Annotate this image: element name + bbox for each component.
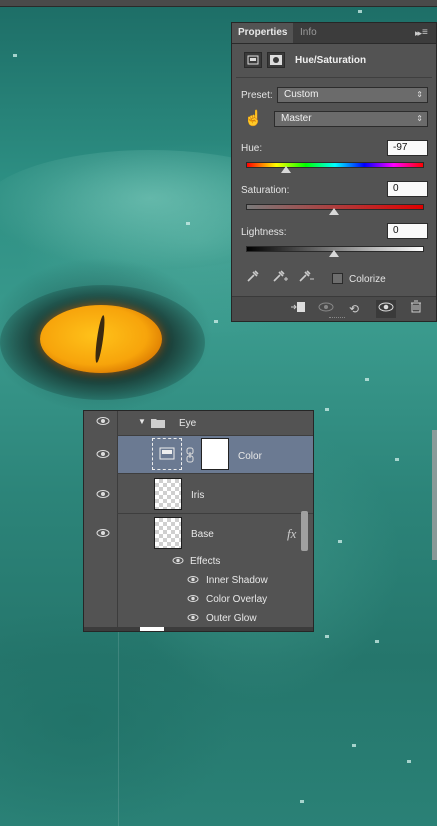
- visibility-eye-icon[interactable]: [96, 449, 110, 462]
- colorize-label: Colorize: [349, 274, 386, 285]
- effects-visibility-eye-icon[interactable]: [172, 556, 184, 568]
- effect-outer-glow[interactable]: Outer Glow: [206, 613, 257, 624]
- visibility-icon[interactable]: [376, 300, 396, 318]
- colorize-checkbox[interactable]: [332, 273, 343, 284]
- layer-thumbnail-base[interactable]: [154, 517, 182, 549]
- hue-input[interactable]: -97: [387, 140, 428, 156]
- disclosure-triangle-icon[interactable]: ▼: [138, 417, 146, 426]
- hue-slider-track[interactable]: [246, 162, 424, 168]
- properties-bottom-bar: ⟲: [232, 296, 436, 321]
- updown-arrows-icon: ⇕: [416, 114, 423, 123]
- saturation-slider-thumb[interactable]: [329, 208, 339, 215]
- particle: [338, 540, 342, 543]
- particle: [352, 744, 356, 747]
- saturation-label: Saturation:: [241, 185, 290, 196]
- properties-panel: Properties Info ▸▸ ≡ Hue/Saturation Pres…: [231, 22, 437, 322]
- particle: [358, 10, 362, 13]
- hue-label: Hue:: [241, 143, 263, 154]
- effect-visibility-eye-icon[interactable]: [187, 594, 199, 606]
- lightness-input[interactable]: 0: [387, 223, 428, 239]
- chain-link-icon[interactable]: [185, 447, 195, 466]
- collapse-panel-icon[interactable]: ▸▸: [415, 23, 422, 43]
- canvas-scrollbar[interactable]: [432, 430, 437, 560]
- canvas-top-strip: [0, 0, 437, 7]
- effect-visibility-eye-icon[interactable]: [187, 613, 199, 625]
- lightness-slider-thumb[interactable]: [329, 250, 339, 257]
- panel-resize-grip[interactable]: [329, 317, 345, 320]
- particle: [13, 54, 17, 57]
- effect-color-overlay[interactable]: Color Overlay: [206, 594, 267, 605]
- creature-pupil: [93, 314, 107, 364]
- layer-group-row[interactable]: ▼ Eye: [84, 411, 313, 435]
- guide-line: [118, 632, 119, 826]
- layer-mask-icon[interactable]: [267, 52, 285, 68]
- layer-name-base: Base: [191, 529, 214, 540]
- layer-group-name: Eye: [179, 418, 197, 429]
- layer-mask-thumbnail[interactable]: [201, 438, 229, 470]
- effect-inner-shadow[interactable]: Inner Shadow: [206, 575, 268, 586]
- particle: [300, 800, 304, 803]
- particle: [365, 378, 369, 381]
- visibility-eye-icon[interactable]: [96, 528, 110, 541]
- effects-label: Effects: [190, 556, 221, 567]
- folder-icon: [150, 417, 166, 432]
- layer-name-color: Color: [238, 451, 262, 462]
- subtract-from-sample-eyedropper-icon[interactable]: [298, 269, 314, 286]
- layer-name-iris: Iris: [191, 490, 205, 501]
- next-layer-thumbnail-edge: [140, 627, 164, 631]
- adjustment-layer-thumbnail[interactable]: [152, 438, 182, 470]
- view-previous-state-icon[interactable]: [316, 300, 336, 318]
- updown-arrows-icon: ⇕: [416, 90, 423, 99]
- particle: [395, 458, 399, 461]
- saturation-input[interactable]: 0: [387, 181, 428, 197]
- creature-eye: [40, 305, 162, 373]
- preset-value: Custom: [284, 89, 319, 100]
- layers-scrollbar-thumb[interactable]: [301, 511, 308, 551]
- visibility-eye-icon[interactable]: [96, 489, 110, 502]
- layers-bottom-edge: [84, 627, 313, 631]
- particle: [325, 635, 329, 638]
- trash-icon[interactable]: [406, 300, 426, 318]
- particle: [407, 760, 411, 763]
- on-image-adjust-hand-icon[interactable]: ☝: [244, 109, 263, 127]
- divider: [236, 77, 432, 78]
- hue-slider-thumb[interactable]: [281, 166, 292, 173]
- particle: [375, 640, 379, 643]
- layer-effects-fx-icon[interactable]: fx: [287, 526, 296, 542]
- layer-thumbnail-iris[interactable]: [154, 478, 182, 510]
- particle: [325, 408, 329, 411]
- particle: [186, 222, 190, 225]
- preset-select[interactable]: Custom ⇕: [277, 87, 428, 103]
- add-to-sample-eyedropper-icon[interactable]: [272, 269, 288, 286]
- channel-select[interactable]: Master ⇕: [274, 111, 428, 127]
- hue-saturation-adjustment-icon[interactable]: [244, 52, 262, 68]
- reset-icon[interactable]: ⟲: [344, 300, 364, 318]
- lightness-label: Lightness:: [241, 227, 287, 238]
- layers-panel: ▼ Eye Color Iris Base fx Effects Inner S: [83, 410, 314, 632]
- channel-value: Master: [281, 113, 312, 124]
- adjustment-title: Hue/Saturation: [295, 55, 367, 66]
- particle: [214, 320, 218, 323]
- properties-tabbar: Properties Info ▸▸ ≡: [232, 23, 436, 44]
- panel-menu-icon[interactable]: ≡: [422, 25, 432, 41]
- eyedropper-icon[interactable]: [246, 269, 260, 286]
- tab-info[interactable]: Info: [294, 23, 323, 43]
- visibility-eye-icon[interactable]: [96, 416, 110, 429]
- clip-to-layer-icon[interactable]: [288, 300, 308, 318]
- preset-label: Preset:: [241, 90, 273, 101]
- tab-properties[interactable]: Properties: [232, 23, 294, 43]
- effect-visibility-eye-icon[interactable]: [187, 575, 199, 587]
